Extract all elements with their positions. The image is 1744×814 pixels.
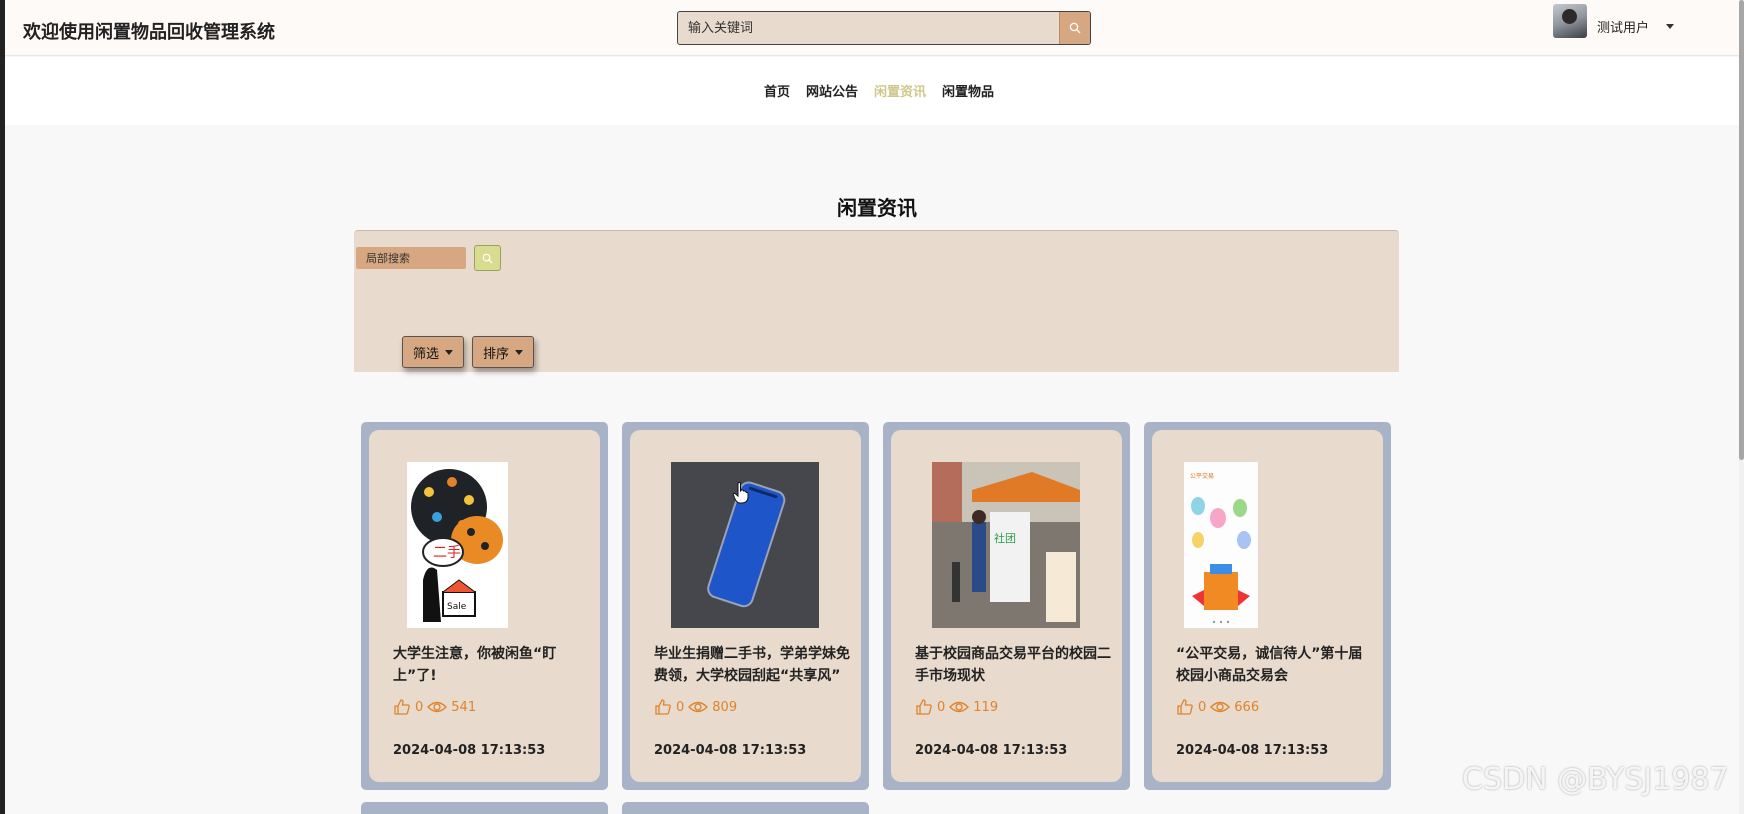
mouse-cursor-icon bbox=[733, 482, 749, 504]
news-card-partial bbox=[622, 802, 869, 814]
news-stats: 0 809 bbox=[654, 698, 737, 716]
sort-label: 排序 bbox=[482, 346, 509, 362]
news-card-body[interactable]: 社团 基于校园商品交易平台的校园二手市场现状 0 119 2024-04-08 … bbox=[891, 430, 1122, 782]
local-search-input[interactable] bbox=[356, 247, 466, 269]
news-title: 毕业生捐赠二手书，学弟学妹免费领，大学校园刮起“共享风” bbox=[654, 646, 850, 684]
user-name[interactable]: 测试用户 bbox=[1597, 17, 1649, 36]
app-title: 欢迎使用闲置物品回收管理系统 bbox=[23, 22, 275, 43]
user-avatar[interactable] bbox=[1553, 4, 1587, 38]
filter-label: 筛选 bbox=[412, 346, 439, 362]
news-image: 公平交易 bbox=[1184, 462, 1258, 628]
news-card: 毕业生捐赠二手书，学弟学妹免费领，大学校园刮起“共享风” 0 809 2024-… bbox=[622, 422, 869, 790]
like-count: 0 bbox=[415, 699, 424, 715]
chevron-down-icon bbox=[515, 349, 523, 355]
thumbs-up-icon[interactable] bbox=[1176, 698, 1194, 716]
user-menu-caret-icon[interactable] bbox=[1666, 24, 1674, 29]
main-nav: 首页 网站公告 闲置资讯 闲置物品 bbox=[5, 57, 1739, 125]
page-title: 闲置资讯 bbox=[837, 196, 917, 220]
news-title: 基于校园商品交易平台的校园二手市场现状 bbox=[915, 646, 1111, 684]
news-card-body[interactable]: 毕业生捐赠二手书，学弟学妹免费领，大学校园刮起“共享风” 0 809 2024-… bbox=[630, 430, 861, 782]
filter-panel: 筛选 排序 bbox=[354, 230, 1399, 372]
news-title: “公平交易，诚信待人”第十届校园小商品交易会 bbox=[1176, 646, 1363, 684]
search-input[interactable] bbox=[678, 12, 1060, 44]
thumbs-up-icon[interactable] bbox=[654, 698, 672, 716]
local-search-button[interactable] bbox=[474, 245, 501, 271]
view-count: 541 bbox=[451, 699, 477, 715]
thumbs-up-icon[interactable] bbox=[915, 698, 933, 716]
svg-text:社团: 社团 bbox=[994, 531, 1016, 545]
news-date: 2024-04-08 17:13:53 bbox=[654, 743, 807, 758]
news-card: 社团 基于校园商品交易平台的校园二手市场现状 0 119 2024-04-08 … bbox=[883, 422, 1130, 790]
news-card: 公平交易 “公平交易，诚信待人”第十届校园小商品交易会 0 666 2024-0… bbox=[1144, 422, 1391, 790]
news-date: 2024-04-08 17:13:53 bbox=[915, 743, 1068, 758]
news-card-body[interactable]: 公平交易 “公平交易，诚信待人”第十届校园小商品交易会 0 666 2024-0… bbox=[1152, 430, 1383, 782]
page-scrollbar[interactable] bbox=[1739, 0, 1744, 814]
chevron-down-icon bbox=[445, 349, 453, 355]
watermark: CSDN @BYSJ1987 bbox=[1462, 762, 1729, 797]
news-date: 2024-04-08 17:13:53 bbox=[393, 743, 546, 758]
like-count: 0 bbox=[676, 699, 685, 715]
svg-text:公平交易: 公平交易 bbox=[1190, 472, 1214, 480]
svg-text:二手: 二手 bbox=[433, 545, 461, 561]
news-stats: 0 666 bbox=[1176, 698, 1259, 716]
view-count: 809 bbox=[712, 699, 738, 715]
view-count: 119 bbox=[973, 699, 999, 715]
search-button[interactable] bbox=[1059, 12, 1090, 44]
global-search bbox=[677, 11, 1091, 45]
news-image: 社团 bbox=[932, 462, 1080, 628]
scrollbar-thumb[interactable] bbox=[1739, 0, 1744, 460]
nav-item-announcements[interactable]: 网站公告 bbox=[806, 81, 858, 100]
nav-item-home[interactable]: 首页 bbox=[764, 81, 790, 100]
search-icon bbox=[1069, 22, 1081, 34]
sort-dropdown-button[interactable]: 排序 bbox=[472, 336, 534, 368]
like-count: 0 bbox=[937, 699, 946, 715]
eye-icon bbox=[1210, 701, 1231, 713]
like-count: 0 bbox=[1198, 699, 1207, 715]
search-icon bbox=[482, 253, 493, 264]
news-image: 二手 Sale bbox=[407, 462, 508, 628]
filter-dropdown-button[interactable]: 筛选 bbox=[402, 336, 464, 368]
view-count: 666 bbox=[1234, 699, 1260, 715]
eye-icon bbox=[427, 701, 448, 713]
top-header: 欢迎使用闲置物品回收管理系统 测试用户 bbox=[5, 0, 1739, 56]
news-card: 二手 Sale 大学生注意，你被闲鱼“盯上”了! 0 541 2024-04-0… bbox=[361, 422, 608, 790]
news-date: 2024-04-08 17:13:53 bbox=[1176, 743, 1329, 758]
thumbs-up-icon[interactable] bbox=[393, 698, 411, 716]
news-card-body[interactable]: 二手 Sale 大学生注意，你被闲鱼“盯上”了! 0 541 2024-04-0… bbox=[369, 430, 600, 782]
news-stats: 0 119 bbox=[915, 698, 998, 716]
news-stats: 0 541 bbox=[393, 698, 476, 716]
news-title: 大学生注意，你被闲鱼“盯上”了! bbox=[393, 646, 557, 684]
news-card-partial bbox=[361, 802, 608, 814]
nav-item-news[interactable]: 闲置资讯 bbox=[874, 81, 926, 100]
svg-text:Sale: Sale bbox=[447, 602, 467, 612]
nav-item-items[interactable]: 闲置物品 bbox=[942, 81, 994, 100]
eye-icon bbox=[688, 701, 709, 713]
eye-icon bbox=[949, 701, 970, 713]
